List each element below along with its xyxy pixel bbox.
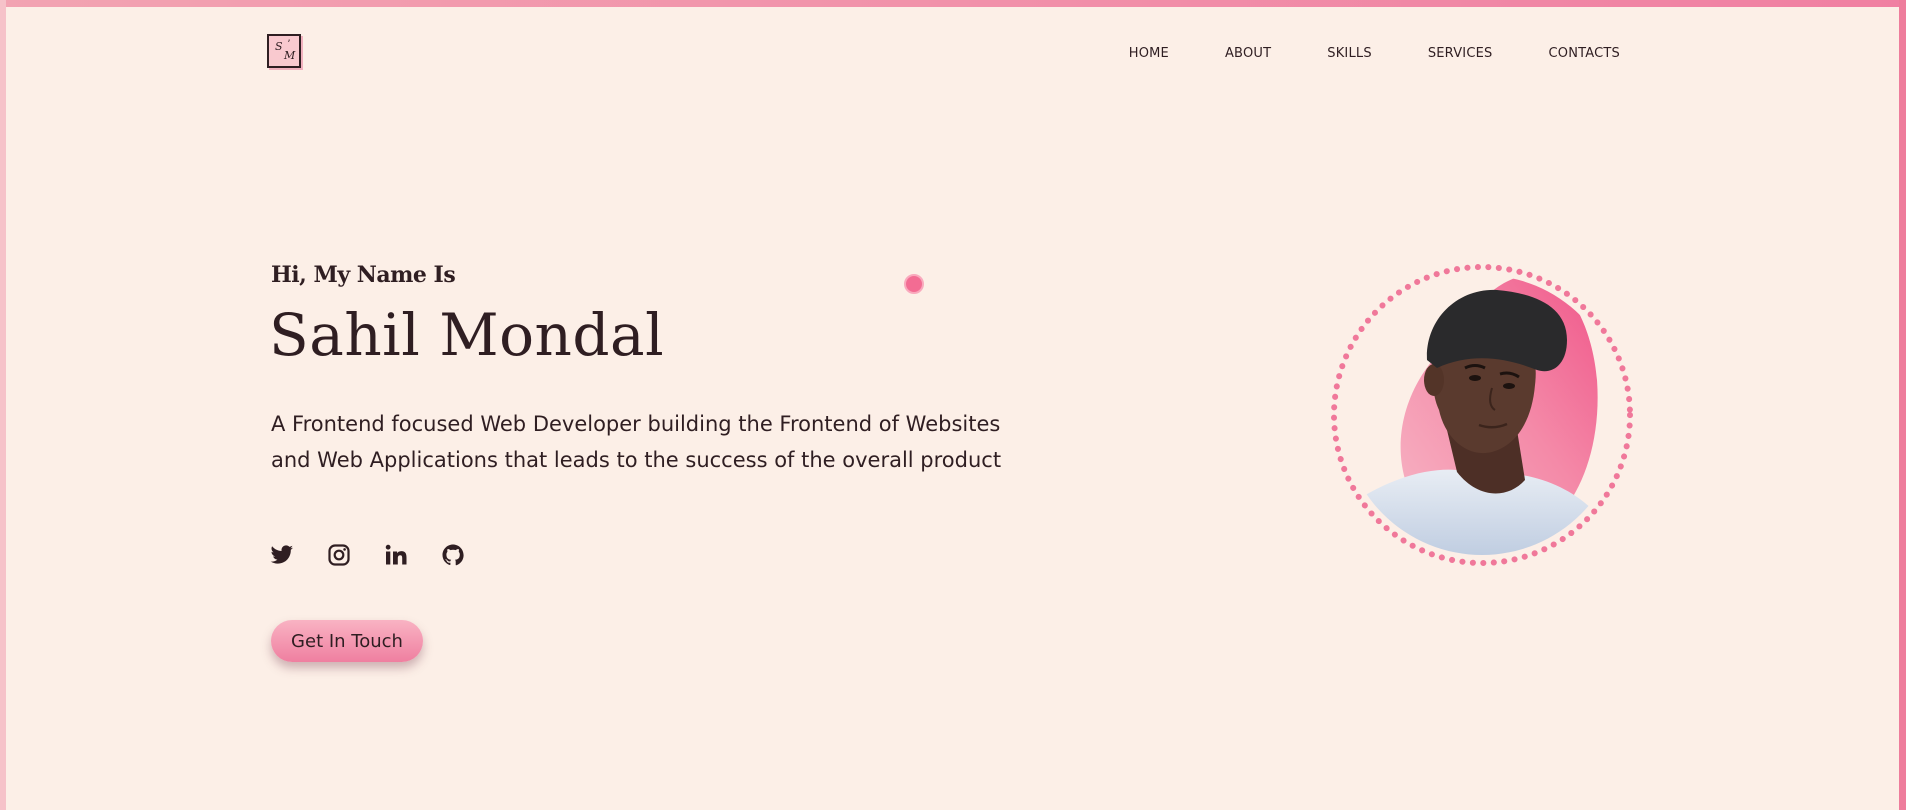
github-icon [442, 544, 464, 566]
logo-letter-m: M [284, 49, 296, 62]
instagram-icon [328, 544, 350, 566]
logo[interactable]: S ʼ M [267, 34, 301, 68]
linkedin-icon [385, 544, 407, 565]
nav-contacts[interactable]: CONTACTS [1548, 46, 1620, 61]
nav-skills[interactable]: SKILLS [1327, 46, 1372, 61]
logo-letter-s: S [275, 40, 283, 53]
nav-services[interactable]: SERVICES [1428, 46, 1493, 61]
nav-home[interactable]: HOME [1129, 46, 1169, 61]
main-nav: HOME ABOUT SKILLS SERVICES CONTACTS [1129, 46, 1620, 61]
hero-greeting: Hi, My Name Is [271, 262, 456, 288]
right-border [1899, 0, 1906, 810]
github-link[interactable] [441, 543, 465, 567]
decorative-dot [904, 274, 924, 294]
left-border [0, 0, 6, 810]
nav-about[interactable]: ABOUT [1225, 46, 1271, 61]
top-accent-bar [0, 0, 1906, 7]
get-in-touch-button[interactable]: Get In Touch [271, 620, 423, 662]
instagram-link[interactable] [327, 543, 351, 567]
profile-photo [1331, 264, 1633, 566]
hero-name: Sahil Mondal [269, 301, 665, 369]
profile-portrait [1327, 260, 1637, 570]
twitter-link[interactable] [270, 543, 294, 567]
hero-bio: A Frontend focused Web Developer buildin… [271, 412, 1002, 472]
twitter-icon [270, 545, 294, 564]
social-links [270, 543, 465, 567]
linkedin-link[interactable] [384, 543, 408, 567]
